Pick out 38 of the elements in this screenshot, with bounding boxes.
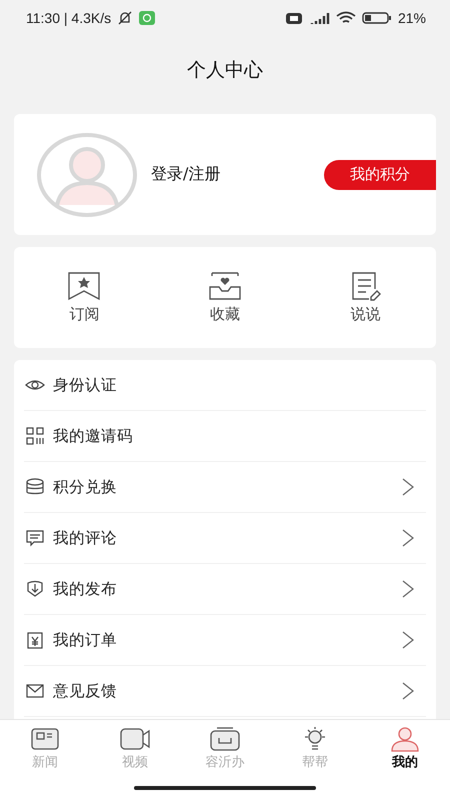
qr-code-icon <box>25 426 45 446</box>
coin-stack-icon <box>25 477 45 497</box>
shortcut-label[interactable]: 说说 <box>350 305 381 324</box>
login-link[interactable]: 登录/注册 <box>151 164 324 185</box>
menu-item[interactable]: 我的邀请码 <box>53 426 414 446</box>
avatar-icon <box>37 132 137 216</box>
battery-icon <box>362 11 392 25</box>
menu-item[interactable]: 意见反馈 <box>53 680 394 702</box>
points-button[interactable]: 我的积分 <box>324 160 436 190</box>
chevron-right-icon <box>402 478 414 496</box>
chevron-right-icon <box>402 631 414 649</box>
shortcut-label[interactable]: 订阅 <box>69 305 100 324</box>
newspaper-icon <box>29 726 61 752</box>
receipt-icon <box>25 630 45 650</box>
muted-bell-icon <box>117 11 134 25</box>
wifi-icon <box>336 11 356 25</box>
shortcut-label[interactable]: 收藏 <box>210 305 240 324</box>
comment-icon <box>25 528 45 548</box>
hd-icon <box>286 12 302 24</box>
chevron-right-icon <box>402 580 414 598</box>
tray-icon <box>209 726 241 752</box>
menu-item[interactable]: 身份认证 <box>53 374 414 396</box>
menu-item[interactable]: 积分兑换 <box>53 476 394 498</box>
person-icon <box>389 726 421 752</box>
menu-item[interactable]: 我的评论 <box>53 528 394 548</box>
menu-item[interactable]: 我的订单 <box>53 630 394 650</box>
download-shield-icon <box>25 579 45 599</box>
bookmark-star-icon <box>67 271 102 301</box>
video-camera-icon <box>119 726 151 752</box>
battery-level: 21% <box>398 10 426 26</box>
status-time: 11:30 | 4.3K/s <box>26 10 112 26</box>
tab[interactable]: 我的 <box>360 720 450 776</box>
chevron-right-icon <box>402 682 414 700</box>
heart-tray-icon <box>208 271 242 301</box>
chevron-right-icon <box>402 529 414 547</box>
app-notification-icon <box>139 11 156 25</box>
page-title: 个人中心 <box>187 58 263 83</box>
menu-item[interactable]: 我的发布 <box>53 578 394 600</box>
